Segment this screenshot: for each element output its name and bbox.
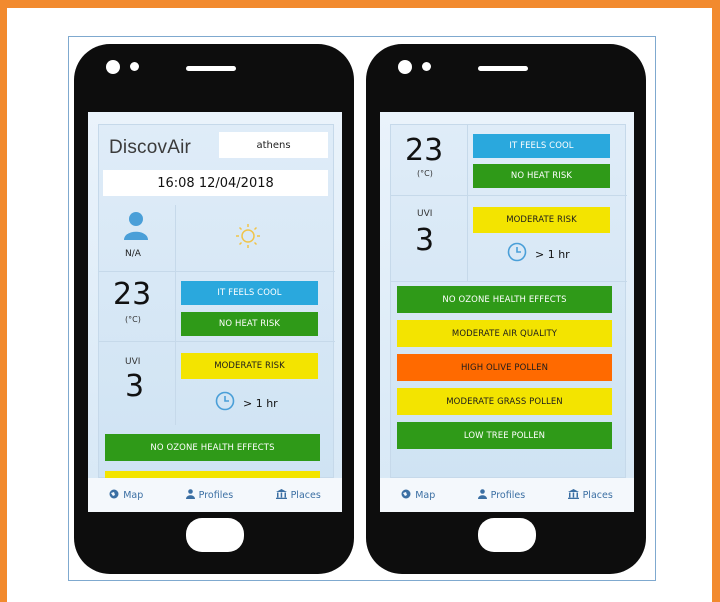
uvi-label: UVI: [125, 357, 141, 367]
nav-places[interactable]: Places: [567, 488, 613, 502]
heat-risk-badge: NO HEAT RISK: [181, 312, 318, 336]
app-content: 23 (°C) IT FEELS COOL NO HEAT RISK UVI 3…: [390, 124, 627, 478]
frame-left-border: [0, 0, 7, 602]
exposure-time: > 1 hr: [243, 396, 278, 410]
speaker-slot: [478, 66, 528, 71]
frame-right-border: [712, 0, 720, 602]
clock-icon: [507, 242, 527, 266]
temperature-unit: (°C): [417, 169, 433, 178]
sun-icon: [235, 223, 261, 253]
nav-places-label: Places: [290, 489, 321, 501]
nav-profiles[interactable]: Profiles: [477, 488, 526, 502]
nav-profiles-label: Profiles: [198, 489, 234, 501]
heat-risk-badge: NO HEAT RISK: [473, 164, 610, 188]
institution-icon: [567, 488, 579, 502]
bottom-nav: Map Profiles Places: [380, 478, 634, 512]
divider-vertical: [467, 125, 468, 281]
uvi-value: 3: [415, 223, 435, 258]
user-icon[interactable]: [123, 211, 149, 245]
profile-value: N/A: [125, 249, 141, 259]
camera-dot: [106, 60, 120, 74]
divider-row1: [391, 195, 627, 196]
temperature-unit: (°C): [125, 315, 141, 324]
camera-dot: [398, 60, 412, 74]
exposure-timer: > 1 hr: [507, 242, 570, 266]
uvi-value: 3: [125, 369, 145, 404]
frame-top-border: [0, 0, 720, 8]
nav-map-label: Map: [123, 489, 144, 501]
divider-row2: [99, 341, 335, 342]
uvi-label: UVI: [417, 209, 433, 219]
indicator-ozone: NO OZONE HEALTH EFFECTS: [397, 286, 612, 313]
nav-places-label: Places: [582, 489, 613, 501]
divider-vertical: [175, 205, 176, 425]
divider-row2: [391, 281, 627, 282]
sensor-dot: [422, 62, 431, 71]
globe-icon: [401, 489, 411, 502]
indicator-air-quality: MODERATE AIR QUALITY: [397, 320, 612, 347]
indicator-olive-pollen: HIGH OLIVE POLLEN: [397, 354, 612, 381]
nav-map-label: Map: [415, 489, 436, 501]
datetime-display: 16:08 12/04/2018: [103, 170, 328, 196]
speaker-slot: [186, 66, 236, 71]
nav-map[interactable]: Map: [401, 489, 435, 502]
nav-profiles-label: Profiles: [490, 489, 526, 501]
right-phone: 23 (°C) IT FEELS COOL NO HEAT RISK UVI 3…: [366, 44, 646, 574]
sensor-dot: [130, 62, 139, 71]
left-phone: DiscovAir athens 16:08 12/04/2018 N/A 23…: [74, 44, 354, 574]
home-button[interactable]: [186, 518, 244, 552]
indicator-tree-pollen: LOW TREE POLLEN: [397, 422, 612, 449]
discovair-logo: DiscovAir: [109, 137, 192, 158]
feels-badge: IT FEELS COOL: [181, 281, 318, 305]
exposure-time: > 1 hr: [535, 247, 570, 261]
clock-icon: [215, 391, 235, 415]
divider-row1: [99, 271, 335, 272]
institution-icon: [275, 488, 287, 502]
indicator-grass-pollen: MODERATE GRASS POLLEN: [397, 388, 612, 415]
app-content: DiscovAir athens 16:08 12/04/2018 N/A 23…: [98, 124, 335, 479]
city-field[interactable]: athens: [219, 132, 328, 158]
right-screen: 23 (°C) IT FEELS COOL NO HEAT RISK UVI 3…: [380, 112, 634, 512]
home-button[interactable]: [478, 518, 536, 552]
feels-badge: IT FEELS COOL: [473, 134, 610, 158]
person-icon: [477, 488, 487, 502]
globe-icon: [109, 489, 119, 502]
temperature-value: 23: [405, 133, 444, 168]
nav-profiles[interactable]: Profiles: [185, 488, 234, 502]
nav-places[interactable]: Places: [275, 488, 321, 502]
nav-map[interactable]: Map: [109, 489, 143, 502]
left-screen: DiscovAir athens 16:08 12/04/2018 N/A 23…: [88, 112, 342, 512]
ozone-badge: NO OZONE HEALTH EFFECTS: [105, 434, 320, 461]
uv-risk-badge: MODERATE RISK: [473, 207, 610, 233]
exposure-timer: > 1 hr: [215, 391, 278, 415]
uv-risk-badge: MODERATE RISK: [181, 353, 318, 379]
person-icon: [185, 488, 195, 502]
temperature-value: 23: [113, 277, 152, 312]
bottom-nav: Map Profiles Places: [88, 478, 342, 512]
